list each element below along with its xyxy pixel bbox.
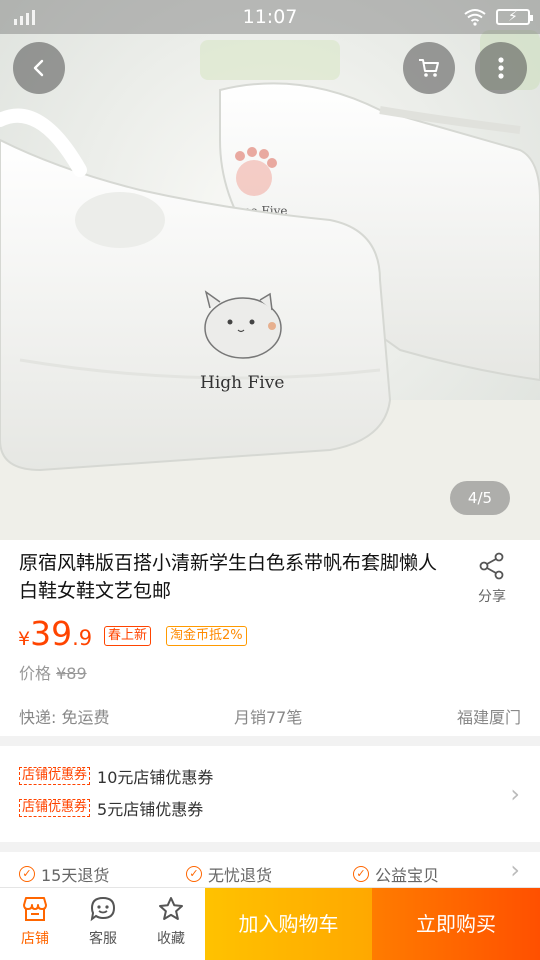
tag-spring-new: 春上新 (104, 626, 152, 646)
original-price-label: 价格 (19, 664, 52, 683)
ship-location: 福建厦门 (456, 708, 521, 727)
check-circle-icon: ✓ (353, 866, 369, 882)
product-price: ¥39.9 (18, 614, 92, 653)
original-price: 价格 ¥89 (19, 660, 87, 684)
store-button[interactable]: 店铺 (1, 896, 69, 948)
coupon-row[interactable]: 店铺优惠券 5元店铺优惠券 (19, 796, 203, 820)
service-label: 公益宝贝 (375, 866, 440, 885)
service-guarantees[interactable]: ✓ 15天退货 ✓ 无忧退货 ✓ 公益宝贝 › (0, 852, 540, 892)
store-icon (23, 897, 47, 921)
battery-icon: ⚡ (496, 9, 533, 25)
price-decimal: .9 (72, 626, 93, 650)
favorite-button[interactable]: 收藏 (137, 896, 205, 948)
tag-taojinbi: 淘金币抵2% (166, 626, 247, 646)
store-label: 店铺 (21, 931, 49, 947)
cart-button[interactable] (403, 42, 455, 94)
coupon-section[interactable]: 店铺优惠券 10元店铺优惠券 店铺优惠券 5元店铺优惠券 › (0, 736, 540, 842)
star-icon (159, 897, 183, 920)
coupon-text: 10元店铺优惠券 (97, 768, 214, 787)
share-label: 分享 (478, 589, 506, 605)
status-time: 11:07 (242, 6, 298, 28)
service-item: ✓ 无忧退货 (186, 862, 272, 886)
chat-face-icon (90, 896, 116, 922)
product-info: 原宿风韩版百搭小清新学生白色系带帆布套脚懒人白鞋女鞋文艺包邮 分享 ¥39.9 … (0, 540, 540, 736)
add-to-cart-button[interactable]: 加入购物车 (205, 888, 372, 960)
chevron-right-icon: › (510, 856, 520, 884)
customer-service-label: 客服 (89, 931, 117, 947)
cart-icon (419, 59, 439, 77)
coupon-tag: 店铺优惠券 (19, 799, 91, 817)
price-integer: 39 (30, 614, 73, 653)
shipping-info: 快递: 免运费 (19, 708, 110, 727)
wifi-icon (464, 9, 486, 26)
coupon-row[interactable]: 店铺优惠券 10元店铺优惠券 (19, 764, 213, 788)
shoe-illustration: Give me Five High Five (0, 0, 540, 540)
buy-now-button[interactable]: 立即购买 (372, 888, 540, 960)
service-label: 15天退货 (41, 866, 110, 885)
original-price-value: ¥89 (56, 664, 87, 683)
service-label: 无忧退货 (208, 866, 273, 885)
shoe-text: High Five (200, 373, 284, 393)
service-item: ✓ 15天退货 (19, 862, 109, 886)
status-bar: 11:07 ⚡ (0, 0, 540, 34)
back-icon (33, 59, 44, 77)
product-image[interactable]: Give me Five High Five 4/5 (0, 0, 540, 540)
coupon-text: 5元店铺优惠券 (97, 800, 204, 819)
check-circle-icon: ✓ (19, 866, 35, 882)
product-title: 原宿风韩版百搭小清新学生白色系带帆布套脚懒人白鞋女鞋文艺包邮 (19, 552, 438, 602)
coupon-tag: 店铺优惠券 (19, 767, 91, 785)
service-item: ✓ 公益宝贝 (353, 862, 439, 886)
chevron-right-icon: › (510, 780, 520, 808)
monthly-sales: 月销77笔 (234, 708, 303, 727)
share-button[interactable]: 分享 (470, 552, 514, 606)
favorite-label: 收藏 (157, 931, 185, 947)
more-button[interactable] (475, 42, 527, 94)
customer-service-button[interactable]: 客服 (69, 896, 137, 948)
share-icon (479, 552, 504, 580)
bottom-action-bar: 店铺 客服 收藏 加入购物车 立即购买 (0, 887, 540, 960)
back-button[interactable] (13, 42, 65, 94)
check-circle-icon: ✓ (186, 866, 202, 882)
more-icon (498, 57, 504, 79)
price-currency: ¥ (18, 628, 31, 650)
image-page-indicator: 4/5 (450, 481, 510, 515)
